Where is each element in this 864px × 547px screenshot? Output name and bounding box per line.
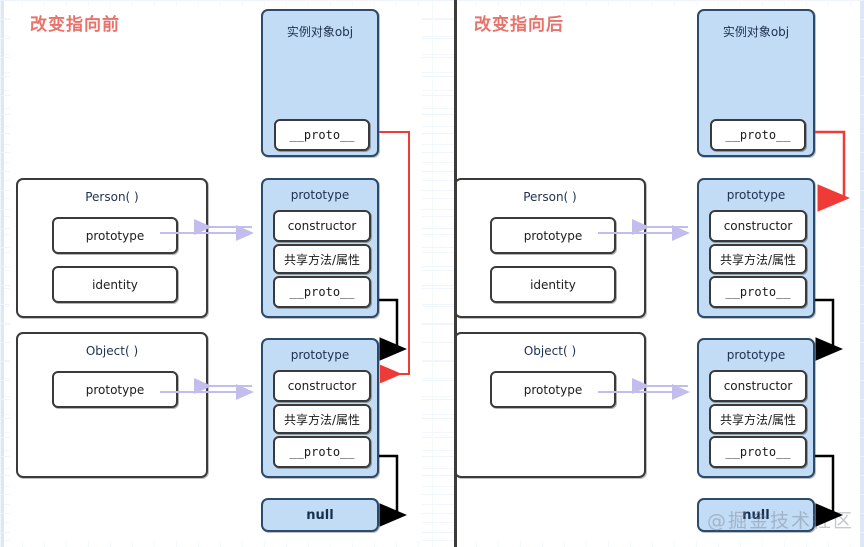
person-prototype-constructor-label-after: constructor	[723, 219, 793, 233]
person-prototype-proto: __proto__	[273, 276, 371, 308]
person-field-identity-label-after: identity	[530, 277, 576, 292]
instance-object-box: 实例对象obj __proto__	[261, 9, 379, 157]
object-prototype-box: prototype constructor 共享方法/属性 __proto__	[261, 338, 379, 478]
panel-before: 改变指向前 实例对象obj __proto__ Person( ) protot…	[0, 0, 432, 547]
instance-object-header: 实例对象obj	[286, 25, 354, 39]
person-prototype-shared-after: 共享方法/属性	[709, 244, 807, 274]
person-prototype-proto-label-after: __proto__	[725, 285, 791, 299]
object-prototype-shared: 共享方法/属性	[273, 404, 371, 434]
person-prototype-box: prototype constructor 共享方法/属性 __proto__	[261, 178, 379, 318]
object-field-prototype-after: prototype	[490, 371, 616, 408]
object-prototype-proto-after: __proto__	[709, 436, 807, 468]
object-field-prototype-label: prototype	[85, 382, 145, 397]
person-prototype-shared-label: 共享方法/属性	[283, 252, 361, 267]
object-prototype-shared-label-after: 共享方法/属性	[719, 412, 797, 427]
person-field-prototype: prototype	[52, 217, 178, 254]
person-prototype-header-after: prototype	[726, 188, 786, 202]
panel-divider	[454, 0, 457, 547]
person-header-after: Person( )	[523, 190, 577, 204]
person-prototype-header: prototype	[290, 188, 350, 202]
object-prototype-proto: __proto__	[273, 436, 371, 468]
object-prototype-shared-label: 共享方法/属性	[283, 412, 361, 427]
object-prototype-constructor-after: constructor	[709, 370, 807, 402]
person-prototype-box-after: prototype constructor 共享方法/属性 __proto__	[697, 178, 815, 318]
person-prototype-constructor-label: constructor	[287, 219, 357, 233]
instance-object-proto-field-after: __proto__	[710, 119, 806, 151]
panel-title-after: 改变指向后	[474, 15, 564, 35]
person-field-identity-label: identity	[92, 277, 138, 292]
person-prototype-proto-label: __proto__	[289, 285, 355, 299]
instance-object-proto-field: __proto__	[274, 119, 370, 151]
object-prototype-header-after: prototype	[726, 348, 786, 362]
person-field-prototype-label-after: prototype	[523, 228, 583, 243]
object-prototype-constructor: constructor	[273, 370, 371, 402]
person-header: Person( )	[85, 190, 139, 204]
object-constructor-box-after: Object( ) prototype	[454, 332, 646, 478]
panel-after: 改变指向后 实例对象obj __proto__ Person( ) protot…	[432, 0, 864, 547]
object-header-after: Object( )	[523, 344, 577, 358]
instance-object-header-after: 实例对象obj	[722, 25, 790, 39]
object-prototype-header: prototype	[290, 348, 350, 362]
object-prototype-constructor-label: constructor	[287, 379, 357, 393]
person-field-identity-after: identity	[490, 266, 616, 303]
person-prototype-shared-label-after: 共享方法/属性	[719, 252, 797, 267]
person-prototype-proto-after: __proto__	[709, 276, 807, 308]
instance-object-proto-label-after: __proto__	[725, 128, 791, 142]
diagram-root: 改变指向前 实例对象obj __proto__ Person( ) protot…	[0, 0, 864, 547]
person-prototype-constructor: constructor	[273, 210, 371, 242]
object-header: Object( )	[85, 344, 139, 358]
object-prototype-box-after: prototype constructor 共享方法/属性 __proto__	[697, 338, 815, 478]
person-field-prototype-after: prototype	[490, 217, 616, 254]
null-label: null	[306, 507, 334, 523]
panel-title-before: 改变指向前	[30, 15, 120, 35]
person-field-identity: identity	[52, 266, 178, 303]
person-constructor-box: Person( ) prototype identity	[16, 178, 208, 318]
null-box: null	[261, 498, 379, 532]
person-prototype-shared: 共享方法/属性	[273, 244, 371, 274]
object-constructor-box: Object( ) prototype	[16, 332, 208, 478]
instance-object-box-after: 实例对象obj __proto__	[697, 9, 815, 157]
object-prototype-shared-after: 共享方法/属性	[709, 404, 807, 434]
object-prototype-proto-label-after: __proto__	[725, 445, 791, 459]
person-constructor-box-after: Person( ) prototype identity	[454, 178, 646, 318]
object-field-prototype: prototype	[52, 371, 178, 408]
object-field-prototype-label-after: prototype	[523, 382, 583, 397]
instance-object-proto-label: __proto__	[289, 128, 355, 142]
watermark: @掘金技术社区	[707, 510, 855, 532]
person-field-prototype-label: prototype	[85, 228, 145, 243]
object-prototype-constructor-label-after: constructor	[723, 379, 793, 393]
object-prototype-proto-label: __proto__	[289, 445, 355, 459]
person-prototype-constructor-after: constructor	[709, 210, 807, 242]
